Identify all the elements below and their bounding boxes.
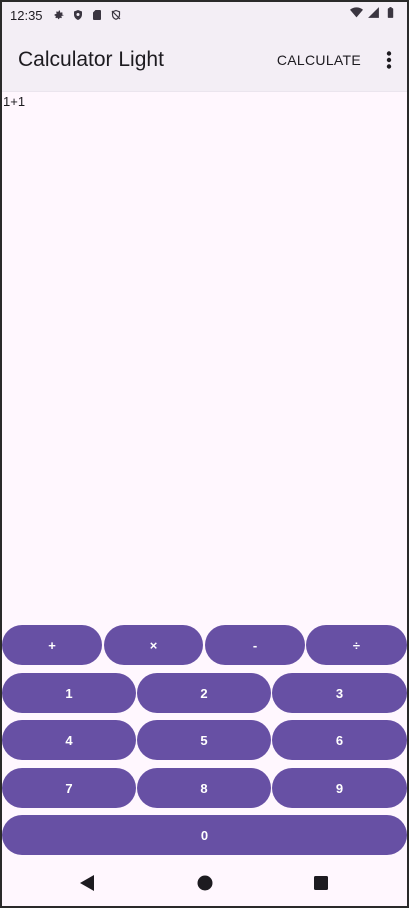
digit-4-button[interactable]: 4: [2, 720, 136, 760]
back-icon[interactable]: [76, 872, 98, 894]
digit-9-button[interactable]: 9: [272, 768, 407, 808]
digit-5-button[interactable]: 5: [137, 720, 271, 760]
digit-0-button[interactable]: 0: [2, 815, 407, 855]
recents-icon[interactable]: [310, 872, 332, 894]
phone-screen: 12:35 Calculator Light CALCULATE 1+1 + ×…: [2, 2, 407, 906]
calculate-button[interactable]: CALCULATE: [271, 44, 367, 76]
digit-6-button[interactable]: 6: [272, 720, 407, 760]
digit-2-button[interactable]: 2: [137, 673, 271, 713]
battery-icon: [384, 6, 397, 24]
status-bar: 12:35: [2, 2, 407, 28]
digit-1-button[interactable]: 1: [2, 673, 136, 713]
digit-7-button[interactable]: 7: [2, 768, 136, 808]
status-right-icons: [350, 6, 397, 24]
digit-3-button[interactable]: 3: [272, 673, 407, 713]
shield-icon: [71, 8, 85, 22]
add-button[interactable]: +: [2, 625, 102, 665]
navigation-bar: [2, 860, 407, 906]
home-icon[interactable]: [194, 872, 216, 894]
subtract-button[interactable]: -: [205, 625, 305, 665]
more-vert-icon[interactable]: [377, 40, 401, 80]
app-title: Calculator Light: [18, 47, 164, 71]
sim-card-icon: [90, 8, 104, 22]
wifi-icon: [350, 6, 363, 24]
divide-button[interactable]: ÷: [306, 625, 407, 665]
digit-8-button[interactable]: 8: [137, 768, 271, 808]
expression-display: 1+1: [3, 94, 26, 109]
settings-icon: [52, 8, 66, 22]
app-bar: Calculator Light CALCULATE: [2, 28, 407, 92]
cell-signal-icon: [367, 6, 380, 24]
multiply-button[interactable]: ×: [104, 625, 203, 665]
status-time: 12:35: [10, 7, 43, 23]
vpn-shield-icon: [109, 8, 123, 22]
